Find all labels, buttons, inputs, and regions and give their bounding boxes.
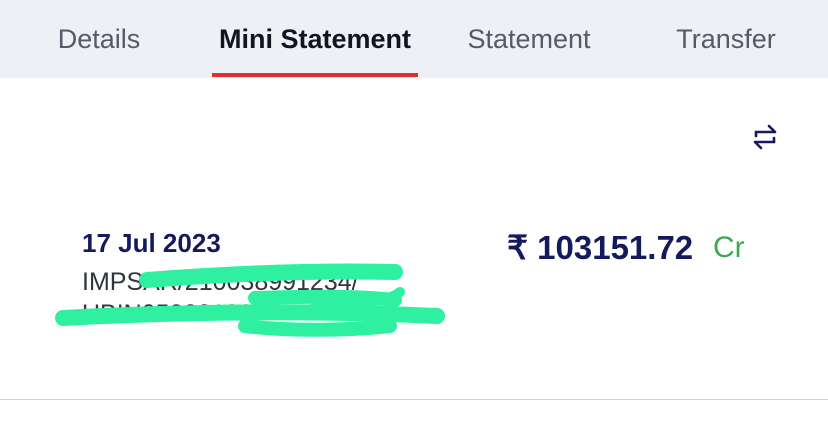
entry-divider — [0, 399, 828, 400]
tab-bar: Details Mini Statement Statement Transfe… — [0, 0, 828, 78]
transaction-date: 17 Jul 2023 — [82, 228, 221, 258]
credit-indicator: Cr — [713, 231, 745, 264]
tab-details[interactable]: Details — [40, 0, 158, 78]
transaction-amount: ₹ 103151.72 — [507, 229, 694, 266]
redaction-scribble — [55, 262, 455, 342]
active-tab-indicator — [212, 73, 418, 77]
swap-arrows-icon[interactable] — [748, 120, 782, 154]
tab-mini-statement[interactable]: Mini Statement — [212, 0, 418, 78]
tab-statement[interactable]: Statement — [454, 0, 604, 78]
tab-transfer[interactable]: Transfer — [664, 0, 788, 78]
